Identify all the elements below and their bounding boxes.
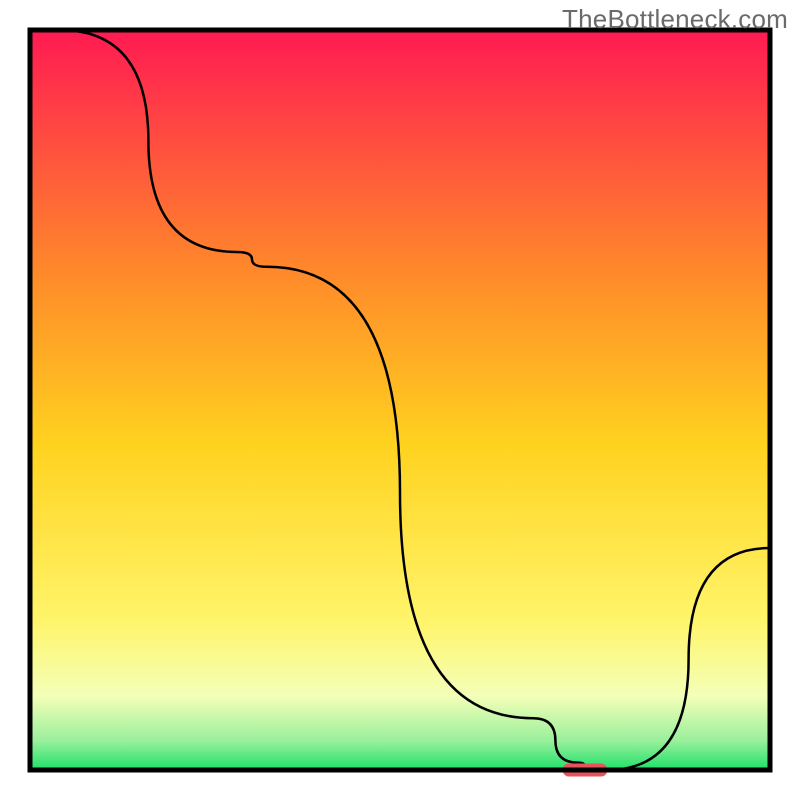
chart-canvas: [0, 0, 800, 800]
bottleneck-chart: TheBottleneck.com: [0, 0, 800, 800]
plot-background: [30, 30, 770, 770]
watermark-text: TheBottleneck.com: [562, 4, 788, 35]
